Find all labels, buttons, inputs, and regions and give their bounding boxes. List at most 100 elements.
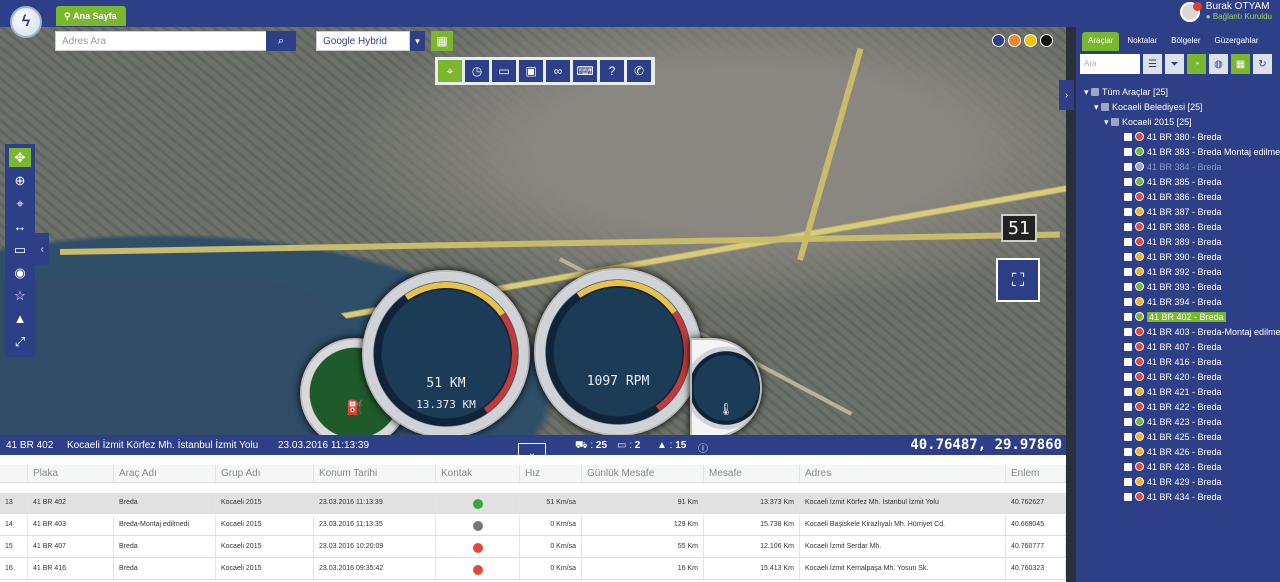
col-adres[interactable]: Adres	[800, 465, 1006, 482]
filter-icon[interactable]: ⏷	[1165, 54, 1184, 74]
vehicle-checkbox[interactable]	[1124, 313, 1132, 321]
col-hiz[interactable]: Hız	[520, 465, 582, 482]
info-icon[interactable]: ⓘ	[698, 440, 708, 455]
tree-group[interactable]: ▾ Kocaeli Belediyesi [25]	[1084, 100, 1280, 115]
tree-vehicle-item[interactable]: 41 BR 429 - Breda	[1084, 475, 1280, 490]
vehicle-checkbox[interactable]	[1124, 283, 1132, 291]
user-avatar[interactable]	[1180, 2, 1202, 22]
measure-icon[interactable]: ↔	[9, 217, 31, 236]
location-pin-icon[interactable]: ⌖	[438, 60, 462, 82]
tree-vehicle-item[interactable]: 41 BR 389 - Breda	[1084, 235, 1280, 250]
tab-araclar[interactable]: Araçlar	[1082, 32, 1120, 51]
screens-count[interactable]: ▭ : 2	[617, 440, 640, 451]
vehicle-checkbox[interactable]	[1124, 493, 1132, 501]
user-info[interactable]: Burak OTYAM ● Bağlantı Kuruldu	[1206, 1, 1272, 21]
search-button[interactable]: ⌕	[266, 31, 296, 51]
vehicles-count[interactable]: ⛟ : 25	[575, 440, 607, 453]
tree-subgroup[interactable]: ▾ Kocaeli 2015 [25]	[1084, 115, 1280, 130]
tree-vehicle-item[interactable]: 41 BR 407 - Breda	[1084, 340, 1280, 355]
tree-vehicle-item[interactable]: 41 BR 383 - Breda Montaj edilmedi	[1084, 145, 1280, 160]
vehicle-checkbox[interactable]	[1124, 433, 1132, 441]
tree-vehicle-item[interactable]: 41 BR 434 - Breda	[1084, 490, 1280, 505]
col-gunluk-mesafe[interactable]: Günlük Mesafe	[582, 465, 704, 482]
tree-vehicle-item[interactable]: 41 BR 390 - Breda	[1084, 250, 1280, 265]
tab-guzergahlar[interactable]: Güzergahlar	[1209, 32, 1265, 51]
vehicle-checkbox[interactable]	[1124, 208, 1132, 216]
tree-vehicle-item[interactable]: 41 BR 403 - Breda-Montaj edilmedi	[1084, 325, 1280, 340]
color-dot-orange[interactable]	[1008, 34, 1021, 47]
tab-bolgeler[interactable]: Bölgeler	[1165, 32, 1206, 51]
vehicle-checkbox[interactable]	[1124, 403, 1132, 411]
phone-icon[interactable]: ✆	[627, 60, 651, 82]
vehicle-checkbox[interactable]	[1124, 373, 1132, 381]
tree-vehicle-item[interactable]: 41 BR 388 - Breda	[1084, 220, 1280, 235]
col-mesafe[interactable]: Mesafe	[704, 465, 800, 482]
tree-vehicle-item[interactable]: 41 BR 386 - Breda	[1084, 190, 1280, 205]
link-icon[interactable]: ∞	[546, 60, 570, 82]
table-row[interactable]: 16 41 BR 416 Breda Kocaeli 2015 23.03.2016 0…	[0, 559, 1066, 580]
col-plaka[interactable]: Plaka	[28, 465, 114, 482]
monitor-icon[interactable]: ▭	[492, 60, 516, 82]
tree-vehicle-item[interactable]: 41 BR 393 - Breda	[1084, 280, 1280, 295]
table-row[interactable]: 15 41 BR 407 Breda Kocaeli 2015 23.03.2016 1…	[0, 537, 1066, 558]
vehicle-checkbox[interactable]	[1124, 178, 1132, 186]
tree-vehicle-item[interactable]: 41 BR 416 - Breda	[1084, 355, 1280, 370]
pan-icon[interactable]: ✥	[9, 148, 31, 167]
col-enlem[interactable]: Enlem	[1006, 465, 1066, 482]
address-search-input[interactable]: Adres Ara	[55, 31, 267, 51]
col-kontak[interactable]: Kontak	[436, 465, 520, 482]
sidebar-search-input[interactable]: Ara	[1080, 54, 1140, 74]
grid-view-button[interactable]: ▦	[431, 31, 453, 51]
home-tab[interactable]: ⚲ Ana Sayfa	[56, 6, 126, 26]
target-icon[interactable]: ◉	[9, 263, 31, 282]
vehicle-checkbox[interactable]	[1124, 358, 1132, 366]
map-type-select[interactable]: Google Hybrid	[316, 31, 410, 51]
color-dot-blue[interactable]	[992, 34, 1005, 47]
gauge-icon[interactable]: ◔	[1187, 54, 1206, 74]
globe-icon[interactable]: ◍	[1209, 54, 1228, 74]
crosshair-icon[interactable]: ⌖	[9, 194, 31, 213]
road-icon[interactable]: ▲	[9, 309, 31, 328]
color-dot-yellow[interactable]	[1024, 34, 1037, 47]
tree-vehicle-item[interactable]: 41 BR 425 - Breda	[1084, 430, 1280, 445]
collapse-right-button[interactable]: ›	[1059, 80, 1074, 110]
keyboard-icon[interactable]: ⌨	[573, 60, 597, 82]
vehicle-checkbox[interactable]	[1124, 133, 1132, 141]
tree-vehicle-item[interactable]: 41 BR 428 - Breda	[1084, 460, 1280, 475]
vehicle-checkbox[interactable]	[1124, 328, 1132, 336]
tree-vehicle-item[interactable]: 41 BR 392 - Breda	[1084, 265, 1280, 280]
map-type-dropdown-icon[interactable]: ▼	[410, 31, 425, 51]
table-row[interactable]: 14 41 BR 403 Breda-Montaj edilmedi Kocaeli …	[0, 515, 1066, 536]
tree-vehicle-item[interactable]: 41 BR 394 - Breda	[1084, 295, 1280, 310]
vehicle-checkbox[interactable]	[1124, 298, 1132, 306]
tree-vehicle-item[interactable]: 41 BR 420 - Breda	[1084, 370, 1280, 385]
vehicle-checkbox[interactable]	[1124, 343, 1132, 351]
col-grup-adi[interactable]: Grup Adı	[216, 465, 314, 482]
tree-vehicle-item[interactable]: 41 BR 380 - Breda	[1084, 130, 1280, 145]
vehicle-checkbox[interactable]	[1124, 388, 1132, 396]
table-icon[interactable]: ▦	[1231, 54, 1250, 74]
refresh-icon[interactable]: ↻	[1253, 54, 1272, 74]
col-arac-adi[interactable]: Araç Adı	[114, 465, 216, 482]
vehicle-checkbox[interactable]	[1124, 478, 1132, 486]
vehicle-checkbox[interactable]	[1124, 193, 1132, 201]
fullscreen-icon[interactable]: ⤢	[9, 332, 31, 351]
speedometer-icon[interactable]: ◷	[465, 60, 489, 82]
help-icon[interactable]: ?	[600, 60, 624, 82]
vehicle-checkbox[interactable]	[1124, 238, 1132, 246]
star-icon[interactable]: ☆	[9, 286, 31, 305]
bus-icon[interactable]: ▣	[519, 60, 543, 82]
vehicle-checkbox[interactable]	[1124, 418, 1132, 426]
color-dot-black[interactable]	[1040, 34, 1053, 47]
tab-noktalar[interactable]: Noktalar	[1121, 32, 1163, 51]
collapse-left-button[interactable]: ‹	[35, 233, 49, 265]
camera-button[interactable]: ⛶	[996, 258, 1040, 302]
tree-root[interactable]: ▾ Tüm Araçlar [25]	[1084, 85, 1280, 100]
vehicle-checkbox[interactable]	[1124, 253, 1132, 261]
vehicle-checkbox[interactable]	[1124, 148, 1132, 156]
tree-vehicle-item[interactable]: 41 BR 384 - Breda	[1084, 160, 1280, 175]
vehicle-checkbox[interactable]	[1124, 448, 1132, 456]
zoom-in-icon[interactable]: ⊕	[9, 171, 31, 190]
list-icon[interactable]: ☰	[1143, 54, 1162, 74]
vehicle-checkbox[interactable]	[1124, 463, 1132, 471]
